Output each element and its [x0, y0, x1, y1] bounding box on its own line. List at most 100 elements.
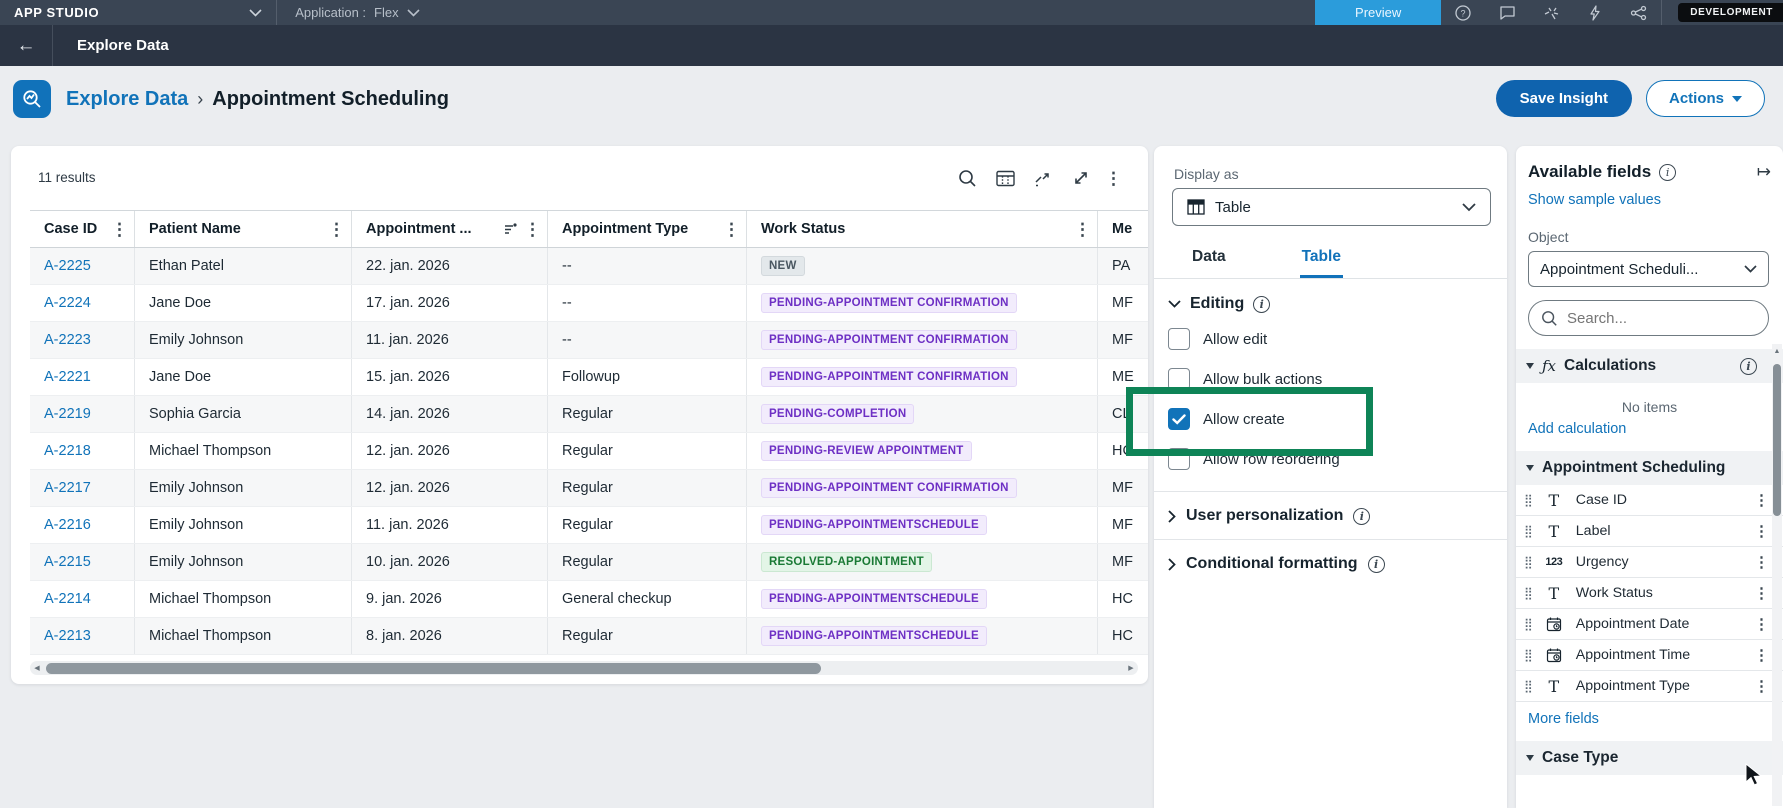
table-row[interactable]: A-2214 Michael Thompson 9. jan. 2026 Gen…	[30, 581, 1148, 618]
collapsed-section-header[interactable]: Conditional formatting i	[1154, 539, 1507, 575]
preview-button[interactable]: Preview	[1315, 0, 1442, 25]
drag-handle-icon[interactable]: ⣿	[1524, 555, 1533, 569]
app-studio-menu-chevron-icon[interactable]	[249, 8, 262, 17]
back-arrow-icon[interactable]: ←	[0, 35, 52, 57]
field-row[interactable]: ⣿ T 123 Appointment Date ⋮	[1516, 609, 1783, 640]
vertical-scrollbar[interactable]: ▲	[1772, 344, 1782, 806]
sort-applied-icon[interactable]	[503, 222, 518, 236]
add-calculation-link[interactable]: Add calculation	[1528, 421, 1626, 437]
field-menu-icon[interactable]: ⋮	[1754, 617, 1769, 632]
appointment-scheduling-section-header[interactable]: Appointment Scheduling	[1516, 451, 1783, 485]
table-row[interactable]: A-2213 Michael Thompson 8. jan. 2026 Reg…	[30, 618, 1148, 655]
field-menu-icon[interactable]: ⋮	[1754, 493, 1769, 508]
field-menu-icon[interactable]: ⋮	[1754, 679, 1769, 694]
case-id-link[interactable]: A-2213	[44, 628, 91, 644]
field-row[interactable]: ⣿ T 123 Appointment Type ⋮	[1516, 671, 1783, 702]
column-header-patient-name[interactable]: Patient Name ⋮	[135, 211, 352, 247]
editing-section-header[interactable]: Editing i	[1168, 295, 1507, 313]
scroll-right-icon[interactable]: ▶	[1124, 664, 1138, 672]
display-as-select[interactable]: Table	[1172, 188, 1491, 226]
table-row[interactable]: A-2223 Emily Johnson 11. jan. 2026 -- PE…	[30, 322, 1148, 359]
breadcrumb-explore-data-link[interactable]: Explore Data	[66, 88, 188, 111]
field-row[interactable]: ⣿ T 123 Appointment Time ⋮	[1516, 640, 1783, 671]
field-menu-icon[interactable]: ⋮	[1754, 555, 1769, 570]
table-more-icon[interactable]: ⋮	[1105, 170, 1122, 187]
column-menu-icon[interactable]: ⋮	[111, 221, 128, 238]
column-menu-icon[interactable]: ⋮	[524, 221, 541, 238]
field-menu-icon[interactable]: ⋮	[1754, 586, 1769, 601]
tab-data[interactable]: Data	[1190, 240, 1228, 278]
field-row[interactable]: ⣿ T 123 Case ID ⋮	[1516, 485, 1783, 516]
column-header-appointment-date[interactable]: Appointment ... ⋮	[352, 211, 548, 247]
table-row[interactable]: A-2221 Jane Doe 15. jan. 2026 Followup P…	[30, 359, 1148, 396]
info-icon[interactable]: i	[1659, 163, 1677, 181]
search-input[interactable]	[1567, 309, 1717, 327]
tab-table[interactable]: Table	[1299, 240, 1343, 278]
checkbox-row[interactable]: Allow row reordering	[1154, 439, 1507, 479]
grid-density-icon[interactable]	[991, 164, 1019, 192]
checkbox-row[interactable]: Allow bulk actions	[1154, 359, 1507, 399]
info-icon[interactable]: i	[1353, 507, 1371, 525]
case-id-link[interactable]: A-2216	[44, 517, 91, 533]
field-row[interactable]: ⣿ T 123 Work Status ⋮	[1516, 578, 1783, 609]
case-id-link[interactable]: A-2224	[44, 295, 91, 311]
case-id-link[interactable]: A-2225	[44, 258, 91, 274]
column-menu-icon[interactable]: ⋮	[723, 221, 740, 238]
scroll-up-icon[interactable]: ▲	[1772, 344, 1782, 355]
case-type-section-header[interactable]: Case Type	[1516, 741, 1783, 775]
case-id-link[interactable]: A-2219	[44, 406, 91, 422]
checkbox-row[interactable]: Allow edit	[1154, 319, 1507, 359]
drag-handle-icon[interactable]: ⣿	[1524, 679, 1533, 693]
field-menu-icon[interactable]: ⋮	[1754, 648, 1769, 663]
application-picker[interactable]: Application : Flex	[277, 5, 437, 20]
horizontal-scrollbar[interactable]: ◀ ▶	[30, 661, 1138, 675]
field-row[interactable]: ⣿ T 123 Urgency ⋮	[1516, 547, 1783, 578]
horizontal-scrollbar-thumb[interactable]	[46, 662, 821, 674]
drag-handle-icon[interactable]: ⣿	[1524, 493, 1533, 507]
checkbox-row[interactable]: Allow create	[1154, 399, 1507, 439]
feedback-icon[interactable]	[1485, 0, 1529, 25]
info-icon[interactable]: i	[1740, 357, 1757, 375]
table-row[interactable]: A-2224 Jane Doe 17. jan. 2026 -- PENDING…	[30, 285, 1148, 322]
search-icon[interactable]	[953, 164, 981, 192]
collapsed-section-header[interactable]: User personalization i	[1154, 491, 1507, 527]
column-header-appointment-type[interactable]: Appointment Type ⋮	[548, 211, 747, 247]
scroll-left-icon[interactable]: ◀	[30, 664, 44, 672]
lightning-icon[interactable]	[1573, 0, 1617, 25]
collapse-panel-icon[interactable]: ↦	[1757, 162, 1771, 182]
table-row[interactable]: A-2215 Emily Johnson 10. jan. 2026 Regul…	[30, 544, 1148, 581]
info-icon[interactable]: i	[1367, 555, 1385, 573]
table-row[interactable]: A-2219 Sophia Garcia 14. jan. 2026 Regul…	[30, 396, 1148, 433]
field-menu-icon[interactable]: ⋮	[1754, 524, 1769, 539]
drag-handle-icon[interactable]: ⣿	[1524, 617, 1533, 631]
case-id-link[interactable]: A-2221	[44, 369, 91, 385]
table-row[interactable]: A-2216 Emily Johnson 11. jan. 2026 Regul…	[30, 507, 1148, 544]
workflow-icon[interactable]	[1617, 0, 1661, 25]
column-header-work-status[interactable]: Work Status ⋮	[747, 211, 1098, 247]
vertical-scrollbar-thumb[interactable]	[1773, 364, 1781, 516]
help-icon[interactable]: ?	[1441, 0, 1485, 25]
checkbox[interactable]	[1168, 448, 1190, 470]
table-row[interactable]: A-2218 Michael Thompson 12. jan. 2026 Re…	[30, 433, 1148, 470]
pivot-chart-icon[interactable]	[1029, 164, 1057, 192]
checkbox[interactable]	[1168, 328, 1190, 350]
actions-button[interactable]: Actions	[1645, 80, 1765, 117]
drag-handle-icon[interactable]: ⣿	[1524, 524, 1533, 538]
calculations-section-header[interactable]: ƒx Calculations i	[1516, 349, 1783, 383]
table-row[interactable]: A-2217 Emily Johnson 12. jan. 2026 Regul…	[30, 470, 1148, 507]
save-insight-button[interactable]: Save Insight	[1495, 80, 1632, 117]
drag-handle-icon[interactable]: ⣿	[1524, 586, 1533, 600]
case-id-link[interactable]: A-2215	[44, 554, 91, 570]
show-sample-values-link[interactable]: Show sample values	[1528, 192, 1661, 208]
live-ui-icon[interactable]	[1529, 0, 1573, 25]
checkbox[interactable]	[1168, 368, 1190, 390]
field-search-box[interactable]	[1528, 300, 1769, 336]
info-icon[interactable]: i	[1253, 295, 1271, 313]
more-fields-link[interactable]: More fields	[1528, 711, 1599, 727]
checkbox[interactable]	[1168, 408, 1190, 430]
field-row[interactable]: ⣿ T 123 Label ⋮	[1516, 516, 1783, 547]
expand-icon[interactable]	[1067, 164, 1095, 192]
case-id-link[interactable]: A-2217	[44, 480, 91, 496]
drag-handle-icon[interactable]: ⣿	[1524, 648, 1533, 662]
column-header-case-id[interactable]: Case ID ⋮	[30, 211, 135, 247]
